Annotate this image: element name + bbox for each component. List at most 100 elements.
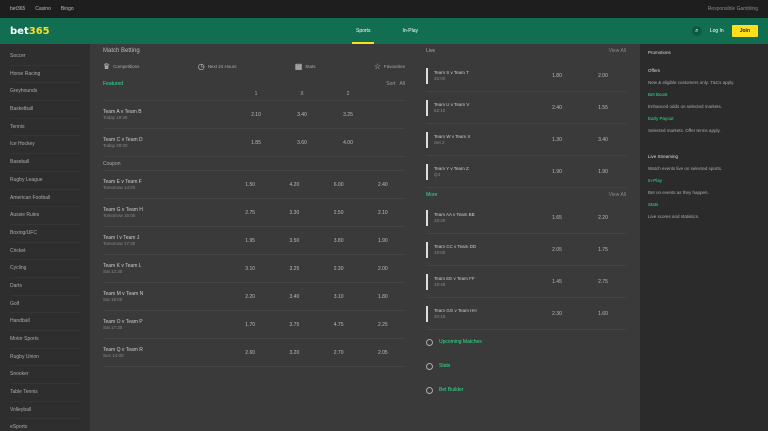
promo-item[interactable]: In-Play [648,178,760,184]
list-item[interactable]: Team GG v Team HH 20:15 2.30 1.60 [426,298,626,330]
top-link-3[interactable]: Bingo [61,6,74,12]
sidebar-item[interactable]: Boxing/UFC [10,225,80,243]
odds-cell[interactable]: 3.10 [228,266,272,272]
link-upcoming[interactable]: Upcoming Matches [426,330,626,354]
odds-cell[interactable]: 2.60 [228,350,272,356]
list-item[interactable]: Team S v Team T 45:00 1.80 2.00 [426,60,626,92]
nav-in-play[interactable]: In-Play [398,18,422,44]
promo-item[interactable]: Stats [648,202,760,208]
list-item[interactable]: Team U v Team V 62:10 2.40 1.55 [426,92,626,124]
table-row[interactable]: Team K v Team L Sat 12:30 3.10 3.25 2.30 … [103,255,405,283]
odds-cell[interactable]: 3.80 [317,238,361,244]
sidebar-item[interactable]: Golf [10,296,80,314]
sidebar-item[interactable]: Horse Racing [10,66,80,84]
promo-item[interactable]: Early Payout [648,116,760,122]
odds-cell[interactable]: 3.20 [272,350,316,356]
odds-cell[interactable]: 3.40 [279,112,325,118]
odds-cell[interactable]: 2.10 [361,210,405,216]
selector-competitions[interactable]: ♛ Competitions [103,62,139,71]
odds-cell[interactable]: 6.00 [317,182,361,188]
odds-cell[interactable]: 2.30 [534,311,580,317]
odds-cell[interactable]: 2.25 [361,322,405,328]
odds-cell[interactable]: 1.80 [534,73,580,79]
odds-cell[interactable]: 1.55 [580,105,626,111]
odds-cell[interactable]: 1.95 [228,238,272,244]
sidebar-item[interactable]: Volleyball [10,402,80,420]
link-stats[interactable]: Stats [426,354,626,378]
odds-cell[interactable]: 2.20 [580,215,626,221]
site-logo[interactable]: bet365 [10,26,50,37]
odds-cell[interactable]: 1.85 [233,140,279,146]
sidebar-item[interactable]: Soccer [10,48,80,66]
table-row[interactable]: Team M v Team N Sat 15:00 2.20 3.40 3.10 … [103,283,405,311]
odds-cell[interactable]: 2.75 [228,210,272,216]
odds-cell[interactable]: 2.75 [580,279,626,285]
table-row[interactable]: Team G v Team H Tomorrow 15:00 2.75 3.30 … [103,199,405,227]
odds-cell[interactable]: 2.00 [580,73,626,79]
odds-cell[interactable]: 1.80 [361,294,405,300]
odds-cell[interactable]: 2.05 [534,247,580,253]
sidebar-item[interactable]: American Football [10,190,80,208]
odds-cell[interactable]: 1.45 [534,279,580,285]
promo-item[interactable]: Bet Boost [648,92,760,98]
promo-item[interactable]: Offers [648,68,760,74]
odds-cell[interactable]: 4.75 [317,322,361,328]
more-view-all[interactable]: View All [609,192,626,198]
odds-cell[interactable]: 1.90 [534,169,580,175]
join-button[interactable]: Join [731,25,758,37]
odds-cell[interactable]: 2.20 [228,294,272,300]
odds-cell[interactable]: 1.70 [228,322,272,328]
sidebar-item[interactable]: Table Tennis [10,384,80,402]
sidebar-item[interactable]: Basketball [10,101,80,119]
selector-next-24[interactable]: ◷ Next 24 Hours [198,62,237,71]
odds-cell[interactable]: 1.75 [580,247,626,253]
promo-item[interactable]: Live Streaming [648,154,760,160]
odds-cell[interactable]: 1.65 [534,215,580,221]
sidebar-item[interactable]: Cricket [10,243,80,261]
odds-cell[interactable]: 3.25 [325,112,371,118]
sidebar-item[interactable]: Aussie Rules [10,207,80,225]
odds-cell[interactable]: 3.60 [279,140,325,146]
list-item[interactable]: Team AA v Team BB 18:30 1.65 2.20 [426,202,626,234]
link-bet-builder[interactable]: Bet Builder [426,378,626,402]
odds-cell[interactable]: 2.10 [233,112,279,118]
odds-cell[interactable]: 3.75 [272,322,316,328]
odds-cell[interactable]: 1.30 [534,137,580,143]
odds-cell[interactable]: 2.70 [317,350,361,356]
live-view-all[interactable]: View All [609,48,626,54]
odds-cell[interactable]: 3.25 [272,266,316,272]
odds-cell[interactable]: 2.50 [317,210,361,216]
responsible-gambling-link[interactable]: Responsible Gambling [708,6,758,12]
sidebar-item[interactable]: Darts [10,278,80,296]
odds-cell[interactable]: 2.00 [361,266,405,272]
selector-favourites[interactable]: ☆ Favourites [374,62,405,71]
top-link-1[interactable]: bet365 [10,6,25,12]
list-item[interactable]: Team W v Team X Set 2 1.30 3.40 [426,124,626,156]
sidebar-item[interactable]: Snooker [10,366,80,385]
odds-cell[interactable]: 3.50 [272,238,316,244]
odds-cell[interactable]: 4.00 [325,140,371,146]
odds-cell[interactable]: 3.40 [580,137,626,143]
sidebar-item[interactable]: Tennis [10,119,80,137]
sidebar-item[interactable]: Rugby Union [10,349,80,367]
odds-cell[interactable]: 4.20 [272,182,316,188]
list-item[interactable]: Team Y v Team Z Q3 1.90 1.90 [426,156,626,188]
table-row[interactable]: Team E v Team F Tomorrow 14:00 1.50 4.20 … [103,171,405,199]
sidebar-item[interactable]: Rugby League [10,172,80,190]
top-link-2[interactable]: Casino [35,6,51,12]
sidebar-item[interactable]: Handball [10,313,80,331]
sidebar-item[interactable]: eSports [10,419,80,431]
search-icon[interactable]: ⌕ [691,26,702,36]
filter-all-button[interactable]: All [399,81,405,87]
odds-cell[interactable]: 2.05 [361,350,405,356]
odds-cell[interactable]: 2.40 [361,182,405,188]
odds-cell[interactable]: 1.90 [580,169,626,175]
sidebar-item[interactable]: Greyhounds [10,83,80,102]
table-row[interactable]: Team A v Team B Today 19:45 2.10 3.40 3.2… [103,101,405,129]
table-row[interactable]: Team O v Team P Sat 17:30 1.70 3.75 4.75 … [103,311,405,339]
sidebar-item[interactable]: Motor Sports [10,331,80,349]
odds-cell[interactable]: 2.30 [317,266,361,272]
table-row[interactable]: Team C v Team D Today 20:00 1.85 3.60 4.0… [103,129,405,157]
odds-cell[interactable]: 3.30 [272,210,316,216]
odds-cell[interactable]: 1.90 [361,238,405,244]
